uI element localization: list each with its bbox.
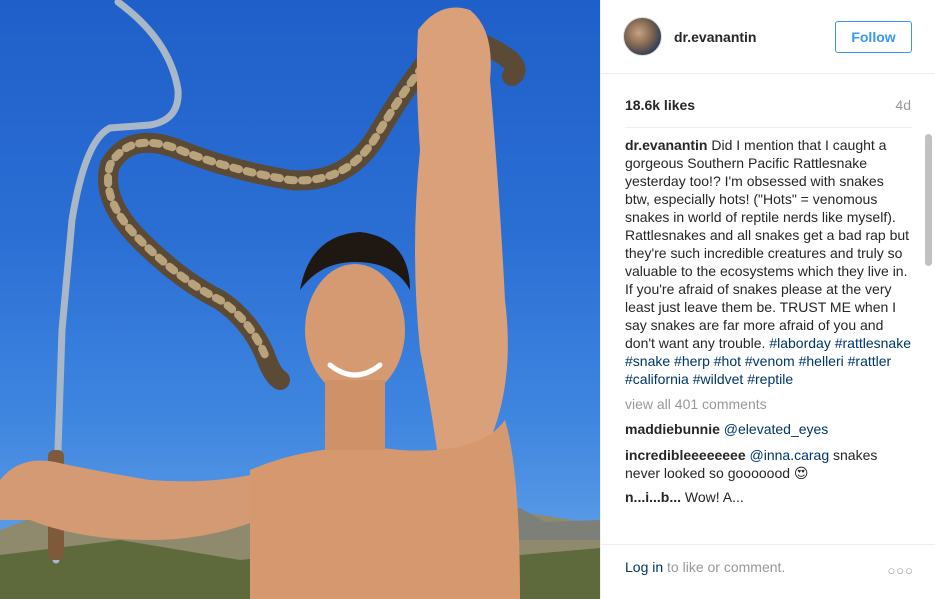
hashtag-link[interactable]: #venom	[745, 353, 795, 369]
likes-count[interactable]: 18.6k likes	[625, 97, 695, 113]
hashtag-link[interactable]: #snake	[625, 353, 670, 369]
comment-mention[interactable]: @inna.carag	[750, 447, 830, 463]
post-header: dr.evanantin Follow	[601, 0, 935, 74]
rattlesnake-photo	[0, 0, 600, 599]
comment-author[interactable]: maddiebunnie	[625, 421, 720, 437]
comment-author[interactable]: incredibleeeeeeee	[625, 447, 746, 463]
comment-item: incredibleeeeeeee @inna.carag snakes nev…	[625, 446, 912, 482]
caption: dr.evanantin Did I mention that I caught…	[625, 136, 912, 388]
hashtag-link[interactable]: #herp	[674, 353, 710, 369]
post-username[interactable]: dr.evanantin	[674, 29, 756, 45]
follow-button[interactable]: Follow	[835, 21, 912, 53]
hashtag-link[interactable]: #wildvet	[693, 371, 744, 387]
comment-item: maddiebunnie @elevated_eyes	[625, 420, 912, 438]
comment-item: n...i...b... Wow! A...	[625, 488, 912, 506]
view-all-comments-link[interactable]: view all 401 comments	[625, 396, 912, 412]
post-age[interactable]: 4d	[895, 97, 911, 113]
comment-author[interactable]: n...i...b...	[625, 489, 681, 505]
post-sidebar: dr.evanantin Follow 18.6k likes 4d dr.ev…	[600, 0, 935, 599]
comments-scrollbar[interactable]	[925, 134, 932, 266]
post-photo[interactable]	[0, 0, 600, 599]
hashtag-link[interactable]: #rattler	[848, 353, 892, 369]
hashtag-link[interactable]: #rattlesnake	[835, 335, 911, 351]
hashtag-link[interactable]: #hot	[714, 353, 741, 369]
hashtag-link[interactable]: #laborday	[769, 335, 831, 351]
post-footer: Log in to like or comment. ○○○	[601, 544, 935, 599]
more-options-icon[interactable]: ○○○	[887, 563, 914, 578]
login-prompt: Log in to like or comment.	[625, 559, 785, 575]
comment-mention[interactable]: @elevated_eyes	[724, 421, 829, 437]
avatar[interactable]	[623, 17, 662, 56]
hashtag-link[interactable]: #california	[625, 371, 689, 387]
caption-text: Did I mention that I caught a gorgeous S…	[625, 137, 910, 351]
comment-text: Wow! A...	[684, 489, 744, 505]
comments-list[interactable]: dr.evanantin Did I mention that I caught…	[625, 127, 912, 532]
caption-author[interactable]: dr.evanantin	[625, 137, 707, 153]
hashtag-link[interactable]: #helleri	[799, 353, 844, 369]
login-link[interactable]: Log in	[625, 559, 663, 575]
login-prompt-text: to like or comment.	[663, 559, 786, 575]
hashtag-link[interactable]: #reptile	[747, 371, 793, 387]
